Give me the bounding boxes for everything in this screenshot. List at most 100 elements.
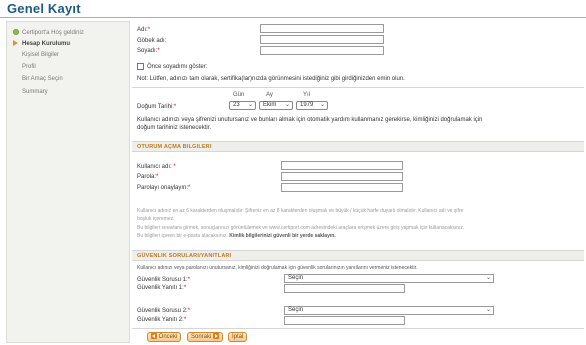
first-name-input[interactable] [260, 24, 384, 33]
birth-note-line2: doğum tarihiniz istenecektir. [137, 125, 212, 131]
required-mark: * [183, 317, 187, 323]
required-mark: * [188, 185, 191, 191]
previous-button[interactable]: Önceki [147, 332, 182, 342]
security-a2-label: Güvenlik Yanıtı 2: [137, 317, 184, 323]
arrow-right-icon [213, 333, 220, 339]
name-note: Not: Lütfen, adınızı tam olarak, sertifi… [137, 76, 405, 82]
security-q1-select[interactable]: Seçin ⌄ [284, 274, 494, 283]
security-q2-select[interactable]: Seçin ⌄ [284, 306, 494, 315]
security-q2-row: Güvenlik Sorusu 2:* [137, 308, 190, 314]
first-name-row: Adı:* [137, 27, 150, 33]
sidebar-item-label: Kişisel Bilgiler [22, 52, 60, 58]
registration-form: Adı:* Göbek adı: Soyadı:* Önce soyadımı … [132, 21, 584, 345]
divider [132, 328, 584, 329]
last-name-label: Soyadı: [137, 48, 158, 54]
confirm-password-row: Parolayı onaylayın:* [137, 185, 190, 191]
username-input[interactable] [281, 161, 403, 170]
password-label: Parola: [137, 174, 157, 180]
sidebar-item-label: Summary [22, 89, 48, 95]
sidebar-item-profile[interactable]: Profil [22, 64, 36, 70]
required-mark: * [157, 48, 160, 54]
birth-date-row: Doğum Tarihi:* [137, 104, 176, 110]
page-title: Genel Kayıt [7, 1, 81, 16]
chevron-down-icon: ⌄ [319, 102, 325, 108]
sidebar-item-choose-goal[interactable]: Bir Amaç Seçin [22, 76, 63, 82]
birth-day-select[interactable]: 23 ⌄ [229, 101, 256, 110]
security-a1-label: Güvenlik Yanıtı 1: [137, 285, 184, 291]
sidebar-item-account-setup[interactable]: Hesap Kurulumu [13, 40, 70, 47]
previous-button-label: Önceki [158, 334, 178, 340]
login-hint-bold: Kimlik bilgilerinizi güvenli bir yerde s… [229, 233, 336, 239]
login-hint-plain: Bu bilgileri içeren bir e-posta alacaksı… [137, 233, 228, 239]
security-section-header: GÜVENLIK SORULARI/YANITLARI [132, 250, 584, 261]
sidebar-item-personal-info[interactable]: Kişisel Bilgiler [22, 52, 59, 58]
required-mark: * [173, 104, 177, 110]
required-mark: * [187, 277, 191, 283]
security-q2-value: Seçin [288, 307, 304, 313]
required-mark: * [187, 308, 191, 314]
required-mark: * [183, 285, 187, 291]
required-mark: * [147, 27, 151, 33]
arrow-left-icon [151, 333, 157, 339]
login-hint-line2: boşluk içeremez. [137, 216, 175, 222]
security-section-title: GÜVENLIK SORULARI/YANITLARI [137, 253, 232, 259]
login-hint-line3: Bu bilgileri sınavlara girmek, sonuçları… [137, 225, 465, 231]
surname-first-label: Önce soyadımı göster: [147, 64, 208, 70]
surname-first-checkbox[interactable] [137, 63, 144, 70]
birth-year-select[interactable]: 1979 ⌄ [296, 101, 328, 110]
confirm-password-label: Parolayı onaylayın: [137, 185, 189, 191]
security-q2-label: Güvenlik Sorusu 2: [137, 308, 188, 314]
chevron-down-icon: ⌄ [485, 307, 491, 313]
chevron-down-icon: ⌄ [284, 102, 290, 108]
year-caption: Yıl [303, 92, 311, 98]
next-button-label: Sonraki [191, 334, 212, 340]
password-input[interactable] [281, 172, 403, 181]
confirm-password-input[interactable] [281, 183, 403, 192]
birth-month-value: Ekim [263, 102, 277, 108]
sidebar: Certiport'a Hoş geldiniz Hesap Kurulumu … [6, 21, 130, 343]
sidebar-item-label: Profil [22, 64, 36, 70]
security-a1-row: Güvenlik Yanıtı 1:* [137, 285, 186, 291]
divider [132, 87, 584, 88]
next-button[interactable]: Sonraki [187, 332, 224, 342]
last-name-input[interactable] [260, 46, 384, 55]
security-a2-row: Güvenlik Yanıtı 2:* [137, 317, 186, 323]
required-mark: * [156, 174, 159, 180]
required-mark: * [173, 164, 176, 170]
first-name-label: Adı: [137, 27, 148, 33]
middle-name-input[interactable] [260, 35, 384, 44]
username-row: Kullanıcı adı: * [137, 164, 176, 170]
login-section-title: OTURUM AÇMA BILGILERI [137, 144, 212, 150]
cancel-button-label: İptal [232, 334, 244, 340]
sidebar-item-label: Bir Amaç Seçin [22, 76, 63, 82]
middle-name-label: Göbek adı: [137, 38, 167, 44]
birth-note-line1: Kullanıcı adınızı veya şifrenizi unuturs… [137, 117, 483, 123]
login-hint-line1: Kullanıcı adınız en az 6 karakterden olu… [137, 208, 464, 214]
security-q1-row: Güvenlik Sorusu 1:* [137, 277, 190, 283]
last-name-row: Soyadı:* [137, 48, 160, 54]
security-a1-input[interactable] [284, 284, 405, 293]
login-hint-line4: Bu bilgileri içeren bir e-posta alacaksı… [137, 233, 336, 240]
arrow-right-icon [13, 40, 18, 46]
sidebar-item-summary[interactable]: Summary [22, 89, 48, 95]
security-intro: Kullanıcı adınızı veya parolanızı unutur… [137, 265, 418, 271]
birth-date-label: Doğum Tarihi: [137, 104, 174, 110]
birth-day-value: 23 [233, 102, 240, 108]
birth-year-value: 1979 [300, 102, 314, 108]
birth-month-select[interactable]: Ekim ⌄ [259, 101, 293, 110]
security-a2-input[interactable] [284, 316, 405, 325]
password-row: Parola:* [137, 174, 158, 180]
cancel-button[interactable]: İptal [228, 332, 248, 342]
security-q1-label: Güvenlik Sorusu 1: [137, 277, 188, 283]
check-circle-icon [13, 29, 19, 35]
chevron-down-icon: ⌄ [485, 275, 491, 281]
login-section-header: OTURUM AÇMA BILGILERI [132, 141, 584, 152]
sidebar-item-welcome[interactable]: Certiport'a Hoş geldiniz [13, 29, 84, 36]
middle-name-row: Göbek adı: [137, 38, 166, 44]
surname-first-row: Önce soyadımı göster: [147, 64, 207, 70]
title-divider [0, 17, 586, 18]
sidebar-item-label: Certiport'a Hoş geldiniz [22, 30, 84, 36]
username-label: Kullanıcı adı: [137, 164, 172, 170]
day-caption: Gün [233, 92, 245, 98]
chevron-down-icon: ⌄ [247, 102, 253, 108]
